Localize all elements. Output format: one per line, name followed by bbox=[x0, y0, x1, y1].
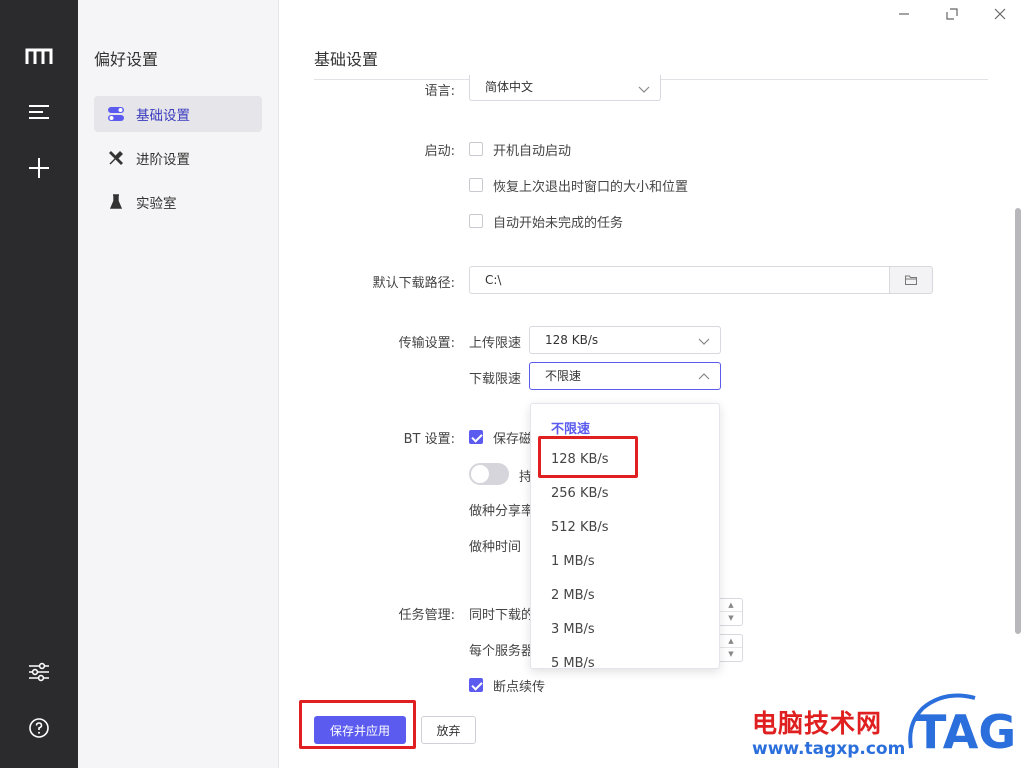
browse-folder-button[interactable] bbox=[889, 266, 933, 294]
concurrent-downloads-stepper[interactable]: ▲ ▼ bbox=[720, 598, 743, 626]
download-path-label: 默认下载路径: bbox=[372, 276, 455, 291]
per-server-stepper[interactable]: ▲ ▼ bbox=[720, 634, 743, 662]
bt-label: BT 设置: bbox=[403, 432, 455, 447]
concurrent-downloads-label: 同时下载的 bbox=[469, 608, 535, 623]
sidebar-item-label: 基础设置 bbox=[136, 108, 190, 124]
minimize-icon[interactable] bbox=[892, 2, 916, 26]
language-value: 简体中文 bbox=[485, 80, 534, 94]
discard-button[interactable]: 放弃 bbox=[421, 716, 476, 744]
resume-transfer-label: 断点续传 bbox=[493, 680, 546, 695]
page-title: 基础设置 bbox=[314, 50, 379, 69]
upload-limit-label: 上传限速 bbox=[469, 336, 522, 351]
auto-start-checkbox[interactable] bbox=[469, 142, 483, 156]
resume-tasks-checkbox[interactable] bbox=[469, 214, 483, 228]
sidebar-item-label: 进阶设置 bbox=[136, 152, 190, 168]
per-server-label: 每个服务器 bbox=[469, 644, 535, 659]
highlight-box-128kbs bbox=[538, 436, 638, 478]
startup-label: 启动: bbox=[424, 144, 455, 159]
dropdown-option[interactable]: 512 KB/s bbox=[551, 520, 609, 535]
preferences-icon[interactable] bbox=[19, 652, 59, 692]
task-management-label: 任务管理: bbox=[398, 608, 455, 623]
download-limit-select[interactable]: 不限速 bbox=[529, 362, 721, 390]
resume-tasks-label: 自动开始未完成的任务 bbox=[493, 216, 624, 231]
sidebar-item-label: 实验室 bbox=[136, 196, 177, 212]
dropdown-option[interactable]: 1 MB/s bbox=[551, 554, 595, 569]
sidebar-item-advanced[interactable]: 进阶设置 bbox=[94, 140, 262, 176]
watermark-logo: TAG bbox=[905, 688, 1021, 760]
decrement-icon[interactable]: ▼ bbox=[720, 612, 742, 625]
dropdown-option[interactable]: 2 MB/s bbox=[551, 588, 595, 603]
app-rail bbox=[0, 0, 78, 768]
sidebar-title: 偏好设置 bbox=[94, 50, 159, 69]
dropdown-option[interactable]: 256 KB/s bbox=[551, 486, 609, 501]
download-limit-value: 不限速 bbox=[545, 369, 582, 383]
dropdown-option[interactable]: 3 MB/s bbox=[551, 622, 595, 637]
watermark-url: www.tagxp.com bbox=[752, 739, 906, 759]
scrollbar-thumb[interactable] bbox=[1015, 208, 1021, 634]
dropdown-option[interactable]: 不限速 bbox=[551, 418, 590, 437]
save-magnet-checkbox[interactable] bbox=[469, 430, 483, 444]
language-label: 语言: bbox=[424, 84, 455, 99]
decrement-icon[interactable]: ▼ bbox=[720, 648, 742, 661]
menu-icon[interactable] bbox=[19, 92, 59, 132]
close-icon[interactable] bbox=[988, 2, 1012, 26]
chevron-up-icon bbox=[698, 373, 710, 380]
watermark-text: 电脑技术网 bbox=[752, 709, 883, 738]
download-limit-label: 下载限速 bbox=[469, 372, 522, 387]
app-logo-icon[interactable] bbox=[19, 36, 59, 76]
save-magnet-label: 保存磁 bbox=[493, 432, 533, 447]
download-path-input[interactable]: C:\ bbox=[469, 266, 890, 294]
resume-transfer-checkbox[interactable] bbox=[469, 678, 483, 692]
restore-window-label: 恢复上次退出时窗口的大小和位置 bbox=[493, 180, 689, 195]
toggle-icon bbox=[108, 106, 124, 122]
settings-sidebar: 偏好设置 基础设置 进阶设置 实验室 bbox=[78, 0, 279, 768]
seed-time-label: 做种时间 bbox=[469, 540, 522, 555]
highlight-box-save bbox=[299, 700, 416, 749]
upload-limit-value: 128 KB/s bbox=[545, 333, 599, 347]
help-icon[interactable] bbox=[19, 708, 59, 748]
increment-icon[interactable]: ▲ bbox=[720, 635, 742, 648]
seed-ratio-label: 做种分享率 bbox=[469, 504, 535, 519]
sidebar-item-lab[interactable]: 实验室 bbox=[94, 184, 262, 220]
upload-limit-select[interactable]: 128 KB/s bbox=[529, 326, 721, 354]
keep-seeding-toggle[interactable] bbox=[469, 463, 509, 485]
add-task-icon[interactable] bbox=[19, 148, 59, 188]
dropdown-option[interactable]: 5 MB/s bbox=[551, 656, 595, 668]
flask-icon bbox=[108, 194, 124, 210]
folder-icon bbox=[905, 275, 917, 285]
sidebar-item-basic[interactable]: 基础设置 bbox=[94, 96, 262, 132]
language-select[interactable]: 简体中文 bbox=[469, 75, 661, 101]
svg-text:TAG: TAG bbox=[915, 705, 1016, 759]
maximize-icon[interactable] bbox=[940, 2, 964, 26]
increment-icon[interactable]: ▲ bbox=[720, 599, 742, 612]
tools-icon bbox=[108, 150, 124, 166]
restore-window-checkbox[interactable] bbox=[469, 178, 483, 192]
chevron-down-icon bbox=[698, 338, 710, 345]
transfer-label: 传输设置: bbox=[398, 336, 455, 351]
chevron-down-icon bbox=[638, 86, 650, 93]
auto-start-label: 开机自动启动 bbox=[493, 144, 572, 159]
